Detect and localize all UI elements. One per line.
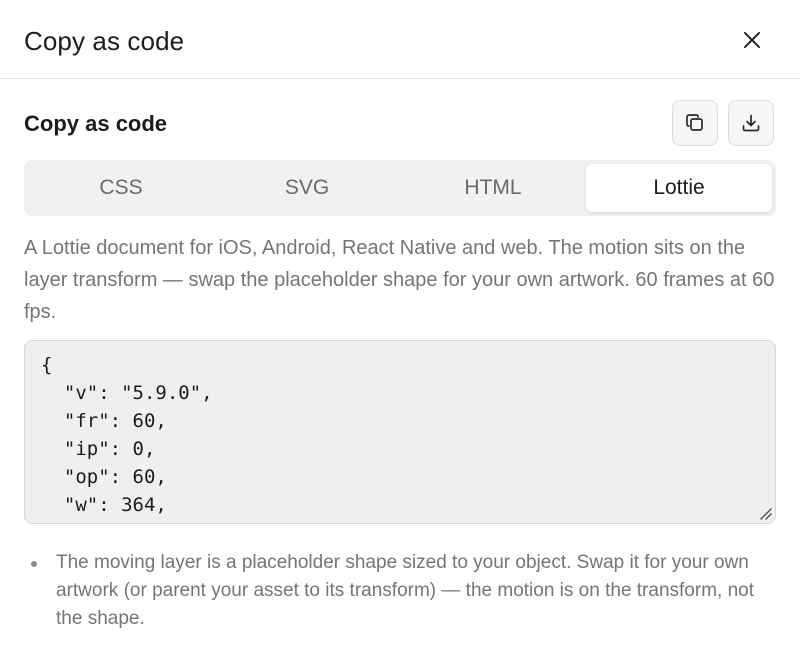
code-textarea[interactable]: { "v": "5.9.0", "fr": 60, "ip": 0, "op":… xyxy=(24,340,776,524)
resize-handle-icon[interactable] xyxy=(757,505,773,521)
tab-lottie[interactable]: Lottie xyxy=(586,164,772,212)
close-button[interactable] xyxy=(736,24,768,56)
notes-list: The moving layer is a placeholder shape … xyxy=(24,549,776,633)
bullet-icon xyxy=(31,561,37,567)
close-icon xyxy=(744,32,760,48)
format-description: A Lottie document for iOS, Android, Reac… xyxy=(24,237,775,323)
tab-svg[interactable]: SVG xyxy=(214,164,400,212)
copy-button[interactable] xyxy=(672,100,718,146)
dialog-title: Copy as code xyxy=(24,26,185,56)
copy-icon xyxy=(686,114,703,131)
tab-css[interactable]: CSS xyxy=(28,164,214,212)
format-tabs: CSS SVG HTML Lottie xyxy=(24,160,776,216)
download-icon xyxy=(742,114,760,132)
section-title: Copy as code xyxy=(24,111,168,136)
dialog-header: Copy as code xyxy=(0,0,800,79)
code-content[interactable]: { "v": "5.9.0", "fr": 60, "ip": 0, "op":… xyxy=(25,341,775,519)
download-button[interactable] xyxy=(728,100,774,146)
list-item: The moving layer is a placeholder shape … xyxy=(24,549,776,633)
note-text: The moving layer is a placeholder shape … xyxy=(56,552,754,629)
tab-html[interactable]: HTML xyxy=(400,164,586,212)
